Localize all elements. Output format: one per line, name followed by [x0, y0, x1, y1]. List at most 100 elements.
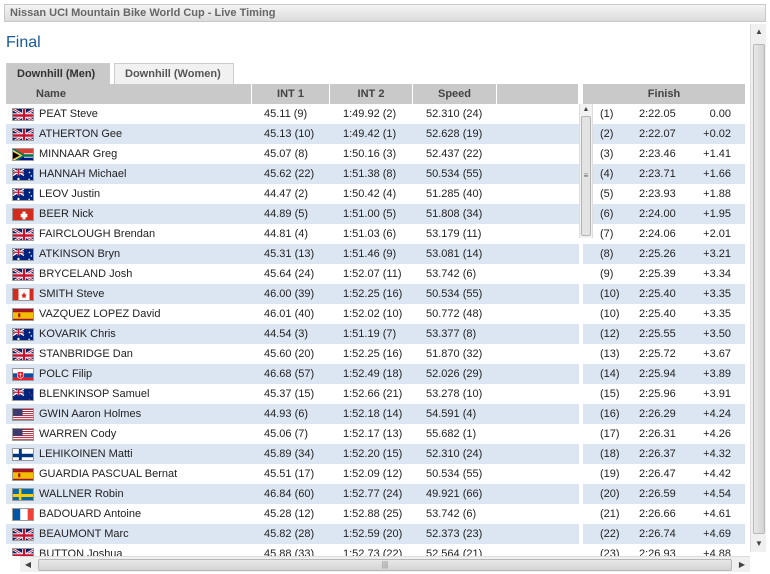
table-row[interactable]: GUARDIA PASCUAL Bernat 45.51 (17) 1:52.09 …	[6, 464, 579, 484]
scroll-left-arrow-icon[interactable]: ◀	[20, 557, 36, 573]
page-vertical-scrollbar[interactable]: ▲ ▼	[750, 24, 766, 552]
tab-downhill-women[interactable]: Downhill (Women)	[114, 63, 234, 84]
finish-row[interactable]: (2) 2:22.07 +0.02	[583, 124, 745, 144]
finish-gap: +4.26	[703, 428, 731, 440]
table-row[interactable]: HANNAH Michael 45.62 (22) 1:51.38 (8) 50.53…	[6, 164, 579, 184]
finish-time: 2:26.29	[639, 408, 676, 420]
finish-row[interactable]: (3) 2:23.46 +1.41	[583, 144, 745, 164]
int2-time: 1:52.25 (16)	[343, 348, 403, 360]
finish-gap: +4.69	[703, 528, 731, 540]
table-row[interactable]: ATKINSON Bryn 45.31 (13) 1:51.46 (9) 53.081…	[6, 244, 579, 264]
table-row[interactable]: WARREN Cody 45.06 (7) 1:52.17 (13) 55.682 (…	[6, 424, 579, 444]
finish-gap: +3.89	[703, 368, 731, 380]
scroll-down-arrow-icon[interactable]: ▼	[751, 536, 767, 552]
finish-gap: +1.95	[703, 208, 731, 220]
finish-gap: +3.35	[703, 288, 731, 300]
rider-name: BADOUARD Antoine	[39, 508, 142, 520]
table-row[interactable]: BRYCELAND Josh 45.64 (24) 1:52.07 (11) 53.7…	[6, 264, 579, 284]
finish-row[interactable]: (4) 2:23.71 +1.66	[583, 164, 745, 184]
scroll-up-icon[interactable]: ▲	[580, 104, 592, 116]
rider-name: ATHERTON Gee	[39, 128, 123, 140]
table-row[interactable]: BUTTON Joshua 45.88 (33) 1:52.73 (22) 52.56…	[6, 544, 579, 556]
finish-time: 2:26.31	[639, 428, 676, 440]
page-horizontal-scrollbar[interactable]: ◀ ||| ▶	[20, 556, 750, 572]
country-flag-icon	[12, 448, 34, 461]
scroll-right-arrow-icon[interactable]: ▶	[734, 557, 750, 573]
table-row[interactable]: BLENKINSOP Samuel 45.37 (15) 1:52.66 (21) 5…	[6, 384, 579, 404]
finish-table-header: Finish	[583, 84, 745, 104]
finish-row[interactable]: (21) 2:26.66 +4.61	[583, 504, 745, 524]
column-header-finish[interactable]: Finish	[583, 84, 745, 104]
int2-time: 1:51.00 (5)	[343, 208, 397, 220]
rider-name: POLC Filip	[39, 368, 93, 380]
finish-row[interactable]: (14) 2:25.94 +3.89	[583, 364, 745, 384]
table-row[interactable]: SMITH Steve 46.00 (39) 1:52.25 (16) 50.534 …	[6, 284, 579, 304]
tab-downhill-men[interactable]: Downhill (Men)	[6, 63, 110, 84]
scroll-thumb[interactable]: ≡	[581, 116, 591, 236]
column-header-name[interactable]: Name	[6, 84, 252, 104]
int2-time: 1:50.16 (3)	[343, 148, 397, 160]
int1-time: 46.68 (57)	[264, 368, 315, 380]
rider-name: SMITH Steve	[39, 288, 105, 300]
finish-row[interactable]: (13) 2:25.72 +3.67	[583, 344, 745, 364]
finish-time: 2:25.72	[639, 348, 676, 360]
finish-row[interactable]: (16) 2:26.29 +4.24	[583, 404, 745, 424]
finish-row[interactable]: (7) 2:24.06 +2.01	[583, 224, 745, 244]
finish-row[interactable]: (1) 2:22.05 0.00	[583, 104, 745, 124]
table-row[interactable]: VAZQUEZ LOPEZ David 46.01 (40) 1:52.02 (10…	[6, 304, 579, 324]
table-row[interactable]: WALLNER Robin 46.84 (60) 1:52.77 (24) 49.92…	[6, 484, 579, 504]
table-row[interactable]: BEAUMONT Marc 45.82 (28) 1:52.59 (20) 52.37…	[6, 524, 579, 544]
table-row[interactable]: PEAT Steve 45.11 (9) 1:49.92 (2) 52.310 (24…	[6, 104, 579, 124]
finish-row[interactable]: (18) 2:26.37 +4.32	[583, 444, 745, 464]
finish-row[interactable]: (10) 2:25.40 +3.35	[583, 304, 745, 324]
table-row[interactable]: BEER Nick 44.89 (5) 1:51.00 (5) 51.808 (34)	[6, 204, 579, 224]
vertical-scroll-thumb[interactable]	[753, 44, 765, 534]
rider-name: MINNAAR Greg	[39, 148, 118, 160]
table-row[interactable]: LEOV Justin 44.47 (2) 1:50.42 (4) 51.285 (4…	[6, 184, 579, 204]
speed-value: 53.278 (10)	[426, 388, 483, 400]
column-header-int1[interactable]: INT 1	[252, 84, 330, 104]
rider-name: FAIRCLOUGH Brendan	[39, 228, 156, 240]
finish-row[interactable]: (17) 2:26.31 +4.26	[583, 424, 745, 444]
table-row[interactable]: LEHIKOINEN Matti 45.89 (34) 1:52.20 (15) 52…	[6, 444, 579, 464]
table-row[interactable]: POLC Filip 46.68 (57) 1:52.49 (18) 52.026 (…	[6, 364, 579, 384]
int1-time: 44.89 (5)	[264, 208, 309, 220]
int1-time: 45.51 (17)	[264, 468, 315, 480]
finish-row[interactable]: (9) 2:25.39 +3.34	[583, 264, 745, 284]
finish-time: 2:25.26	[639, 248, 676, 260]
horizontal-scroll-thumb[interactable]: |||	[38, 559, 732, 571]
finish-row[interactable]: (22) 2:26.74 +4.69	[583, 524, 745, 544]
column-header-int2[interactable]: INT 2	[330, 84, 413, 104]
finish-gap: +2.01	[703, 228, 731, 240]
int1-time: 45.64 (24)	[264, 268, 315, 280]
speed-value: 52.026 (29)	[426, 368, 483, 380]
table-row[interactable]: ATHERTON Gee 45.13 (10) 1:49.42 (1) 52.628 …	[6, 124, 579, 144]
finish-position: (13)	[600, 348, 620, 360]
table-row[interactable]: MINNAAR Greg 45.07 (8) 1:50.16 (3) 52.437 (…	[6, 144, 579, 164]
finish-gap: +3.67	[703, 348, 731, 360]
int2-time: 1:52.66 (21)	[343, 388, 403, 400]
finish-row[interactable]: (19) 2:26.47 +4.42	[583, 464, 745, 484]
finish-row[interactable]: (6) 2:24.00 +1.95	[583, 204, 745, 224]
column-header-speed[interactable]: Speed	[413, 84, 497, 104]
table-row[interactable]: GWIN Aaron Holmes 44.93 (6) 1:52.18 (14) 54…	[6, 404, 579, 424]
finish-row[interactable]: (20) 2:26.59 +4.54	[583, 484, 745, 504]
finish-list-scrollbar[interactable]: ▲ ≡	[579, 104, 593, 238]
finish-row[interactable]: (8) 2:25.26 +3.21	[583, 244, 745, 264]
table-row[interactable]: BADOUARD Antoine 45.28 (12) 1:52.88 (25) 53…	[6, 504, 579, 524]
finish-row[interactable]: (10) 2:25.40 +3.35	[583, 284, 745, 304]
finish-row[interactable]: (23) 2:26.93 +4.88	[583, 544, 745, 556]
finish-row[interactable]: (15) 2:25.96 +3.91	[583, 384, 745, 404]
scroll-up-arrow-icon[interactable]: ▲	[751, 24, 767, 40]
finish-time: 2:24.00	[639, 208, 676, 220]
rider-name: GWIN Aaron Holmes	[39, 408, 142, 420]
table-row[interactable]: FAIRCLOUGH Brendan 44.81 (4) 1:51.03 (6) 53…	[6, 224, 579, 244]
table-row[interactable]: STANBRIDGE Dan 45.60 (20) 1:52.25 (16) 51.8…	[6, 344, 579, 364]
finish-row[interactable]: (12) 2:25.55 +3.50	[583, 324, 745, 344]
country-flag-icon	[12, 348, 34, 361]
finish-row[interactable]: (5) 2:23.93 +1.88	[583, 184, 745, 204]
finish-gap: +3.21	[703, 248, 731, 260]
int1-time: 46.84 (60)	[264, 488, 315, 500]
table-row[interactable]: KOVARIK Chris 44.54 (3) 1:51.19 (7) 53.377 …	[6, 324, 579, 344]
int1-time: 45.11 (9)	[264, 108, 308, 120]
